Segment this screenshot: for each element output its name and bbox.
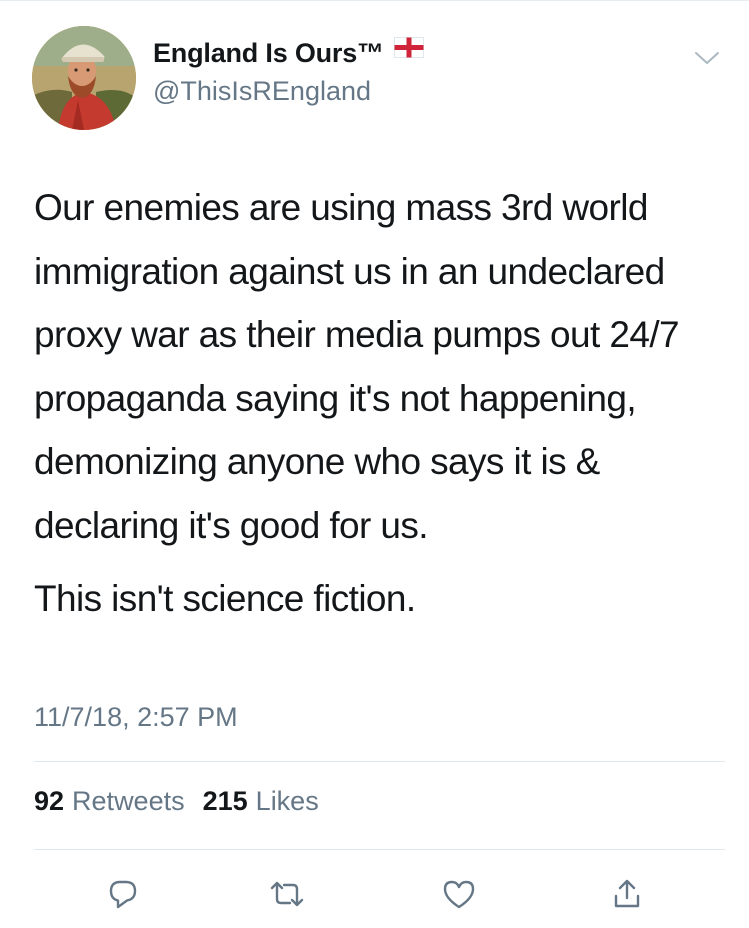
divider — [34, 761, 725, 762]
reply-button[interactable] — [99, 870, 147, 918]
like-button[interactable] — [435, 870, 483, 918]
tweet-paragraph-2: This isn't science fiction. — [34, 578, 416, 619]
share-button[interactable] — [603, 870, 651, 918]
heart-icon — [443, 880, 475, 909]
retweet-button[interactable] — [263, 870, 311, 918]
author-name-row[interactable]: England Is Ours™ — [153, 36, 424, 70]
share-icon — [614, 879, 640, 908]
action-bar — [0, 870, 749, 918]
england-flag-icon — [393, 36, 424, 58]
tweet-text: Our enemies are using mass 3rd world imm… — [34, 176, 734, 631]
likes-count[interactable]: 215 — [203, 786, 248, 817]
chevron-down-icon[interactable] — [694, 49, 720, 67]
top-border — [0, 0, 749, 1]
retweet-icon — [270, 881, 304, 907]
engagement-stats: 92 Retweets 215 Likes — [34, 786, 319, 817]
avatar-portrait-image — [32, 26, 136, 130]
avatar[interactable] — [32, 26, 136, 130]
retweets-count[interactable]: 92 — [34, 786, 64, 817]
timestamp[interactable]: 11/7/18, 2:57 PM — [34, 702, 238, 733]
divider — [34, 849, 725, 850]
tweet-paragraph-1: Our enemies are using mass 3rd world imm… — [34, 187, 680, 546]
retweets-label[interactable]: Retweets — [72, 786, 185, 817]
user-handle[interactable]: @ThisIsREngland — [153, 76, 371, 107]
likes-label[interactable]: Likes — [256, 786, 319, 817]
reply-icon — [109, 880, 137, 909]
display-name[interactable]: England Is Ours™ — [153, 38, 384, 69]
